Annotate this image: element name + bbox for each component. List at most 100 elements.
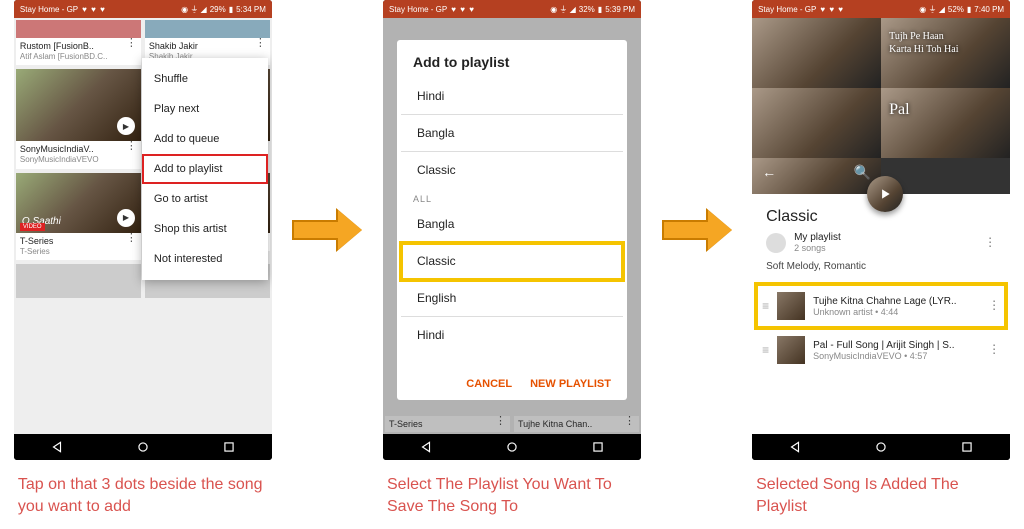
tile-title: Shakib Jakir [149, 41, 266, 52]
more-icon[interactable]: ⋮ [126, 145, 137, 148]
home-icon[interactable] [136, 440, 150, 454]
play-icon [878, 187, 892, 201]
menu-item-go-to-artist[interactable]: Go to artist [142, 184, 268, 214]
tile-title: T-Series [20, 236, 137, 247]
status-bar: Stay Home - GP ♥ ♥ ♥ ◉ ⏚ ◢ 52% ▮ 7:40 PM [752, 0, 1010, 18]
album-art [16, 20, 141, 38]
android-nav-bar [383, 434, 641, 460]
phone-step1: Stay Home - GP ♥ ♥ ♥ ◉ ⏚ ◢ 29% ▮ 5:34 PM… [14, 0, 272, 460]
song-context-menu: Shuffle Play next Add to queue Add to pl… [142, 58, 268, 280]
playlist-more-icon[interactable]: ⋮ [984, 241, 996, 245]
menu-item-play-next[interactable]: Play next [142, 94, 268, 124]
tile-subtitle: T-Series [20, 247, 137, 257]
playlist-option[interactable]: Bangla [401, 206, 623, 243]
tile-title: SonyMusicIndiaV.. [20, 144, 137, 155]
phone-step3: Stay Home - GP ♥ ♥ ♥ ◉ ⏚ ◢ 52% ▮ 7:40 PM… [752, 0, 1010, 460]
album-art[interactable]: ▶ [16, 69, 141, 141]
drag-handle-icon[interactable]: ≡ [762, 299, 769, 313]
carrier-label: Stay Home - GP [20, 5, 78, 14]
tile-label[interactable]: SonyMusicIndiaV.. SonyMusicIndiaVEVO ⋮ [16, 141, 141, 168]
status-heart-icons: ♥ ♥ ♥ [451, 5, 475, 14]
more-icon[interactable]: ⋮ [126, 42, 137, 45]
song-title: Pal - Full Song | Arijit Singh | S.. [813, 340, 980, 351]
playlist-option-classic[interactable]: Classic [401, 243, 623, 280]
arrow-right-icon [662, 210, 732, 250]
tile-label[interactable]: T-Series T-Series ⋮ [16, 233, 141, 260]
carrier-label: Stay Home - GP [389, 5, 447, 14]
play-icon[interactable]: ▶ [117, 209, 135, 227]
recent-icon[interactable] [591, 440, 605, 454]
battery-label: 29% [210, 5, 226, 14]
battery-icon: ▮ [967, 5, 971, 14]
album-art[interactable]: O Saathi VIDEO ▶ [16, 173, 141, 233]
song-more-icon[interactable]: ⋮ [988, 304, 1000, 308]
arrow-right-icon [292, 210, 362, 250]
battery-icon: ▮ [229, 5, 233, 14]
playlist-option[interactable]: Hindi [401, 78, 623, 115]
battery-label: 52% [948, 5, 964, 14]
album-art [145, 20, 270, 38]
android-nav-bar [752, 434, 1010, 460]
song-row[interactable]: ≡ Pal - Full Song | Arijit Singh | S.. S… [758, 330, 1004, 370]
song-meta: Unknown artist • 4:44 [813, 307, 980, 317]
video-badge: VIDEO [20, 223, 45, 231]
time-label: 5:34 PM [236, 5, 266, 14]
owner-title: My playlist [794, 232, 841, 243]
status-bar: Stay Home - GP ♥ ♥ ♥ ◉ ⏚ ◢ 32% ▮ 5:39 PM [383, 0, 641, 18]
wifi-icon: ◉ ⏚ ◢ [550, 4, 576, 15]
playlist-detail-screen: Tujh Pe Haan Karta Hi Toh Hai Pal ← 🔍 Cl… [752, 18, 1010, 434]
tile-subtitle: SonyMusicIndiaVEVO [20, 155, 137, 165]
more-icon[interactable]: ⋮ [255, 42, 266, 45]
menu-item-not-interested[interactable]: Not interested [142, 244, 268, 274]
phone-step2: Stay Home - GP ♥ ♥ ♥ ◉ ⏚ ◢ 32% ▮ 5:39 PM… [383, 0, 641, 460]
menu-item-add-to-queue[interactable]: Add to queue [142, 124, 268, 154]
back-icon[interactable] [419, 440, 433, 454]
play-fab[interactable] [867, 176, 903, 212]
carrier-label: Stay Home - GP [758, 5, 816, 14]
drag-handle-icon[interactable]: ≡ [762, 343, 769, 357]
menu-item-add-to-playlist[interactable]: Add to playlist [142, 154, 268, 184]
recent-icon[interactable] [222, 440, 236, 454]
song-count: 2 songs [794, 243, 841, 253]
new-playlist-button[interactable]: NEW PLAYLIST [530, 378, 611, 390]
hero-text: Pal [889, 100, 909, 121]
play-icon[interactable]: ▶ [117, 117, 135, 135]
cancel-button[interactable]: CANCEL [466, 378, 512, 390]
song-more-icon[interactable]: ⋮ [988, 348, 1000, 352]
playlist-hero: Tujh Pe Haan Karta Hi Toh Hai Pal ← 🔍 [752, 18, 1010, 194]
back-icon[interactable] [788, 440, 802, 454]
tile-label[interactable]: Rustom [FusionB.. Atif Aslam [FusionBD.C… [16, 38, 141, 65]
section-header: ALL [397, 188, 627, 206]
step1-caption: Tap on that 3 dots beside the song you w… [18, 474, 268, 517]
playlist-picker-screen: T-Series ⋮ Tujhe Kitna Chan.. ⋮ Add to p… [383, 18, 641, 434]
wifi-icon: ◉ ⏚ ◢ [181, 4, 207, 15]
playlist-option[interactable]: English [401, 280, 623, 317]
music-library-screen: Rustom [FusionB.. Atif Aslam [FusionBD.C… [14, 18, 272, 434]
time-label: 5:39 PM [605, 5, 635, 14]
playlist-tags: Soft Melody, Romantic [766, 261, 996, 272]
android-nav-bar [14, 434, 272, 460]
song-thumb [777, 336, 805, 364]
step2-caption: Select The Playlist You Want To Save The… [387, 474, 637, 517]
home-icon[interactable] [505, 440, 519, 454]
playlist-option[interactable]: Bangla [401, 115, 623, 152]
menu-item-shop-artist[interactable]: Shop this artist [142, 214, 268, 244]
album-art[interactable] [16, 264, 141, 298]
menu-item-shuffle[interactable]: Shuffle [142, 64, 268, 94]
song-row[interactable]: ≡ Tujhe Kitna Chahne Lage (LYR.. Unknown… [758, 286, 1004, 326]
playlist-option[interactable]: Hindi [401, 317, 623, 353]
battery-label: 32% [579, 5, 595, 14]
status-heart-icons: ♥ ♥ ♥ [82, 5, 106, 14]
recent-icon[interactable] [960, 440, 974, 454]
wifi-icon: ◉ ⏚ ◢ [919, 4, 945, 15]
playlist-option[interactable]: Classic [401, 152, 623, 188]
back-arrow-icon[interactable]: ← [762, 164, 776, 188]
time-label: 7:40 PM [974, 5, 1004, 14]
back-icon[interactable] [50, 440, 64, 454]
dialog-title: Add to playlist [397, 54, 627, 78]
song-title: Tujhe Kitna Chahne Lage (LYR.. [813, 296, 980, 307]
song-thumb [777, 292, 805, 320]
home-icon[interactable] [874, 440, 888, 454]
more-icon[interactable]: ⋮ [126, 237, 137, 240]
add-to-playlist-dialog: Add to playlist Hindi Bangla Classic ALL… [397, 40, 627, 400]
